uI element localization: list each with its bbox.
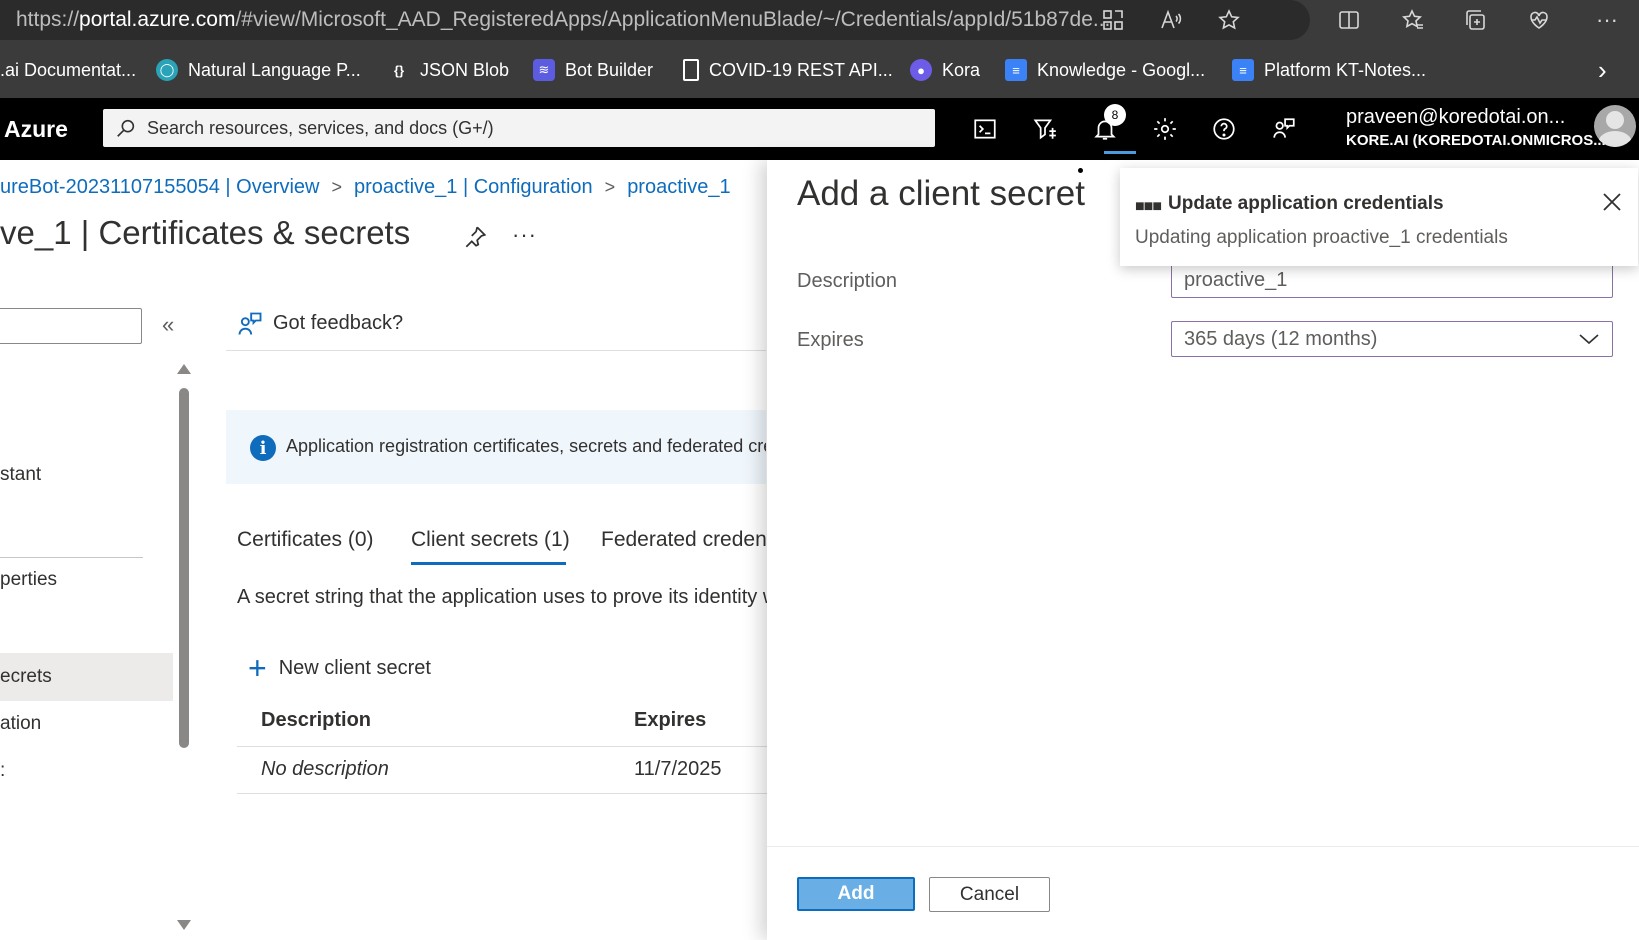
cursor-dot	[1078, 168, 1083, 173]
pin-icon[interactable]	[462, 224, 488, 250]
tab-client-secrets[interactable]: Client secrets (1)	[411, 528, 570, 552]
add-button[interactable]: Add	[797, 877, 915, 911]
chevron-down-icon	[1579, 334, 1599, 345]
google-docs-icon: ≡	[1005, 59, 1027, 81]
expires-label: Expires	[797, 329, 864, 351]
notification-toast: ■■■ Update application credentials Updat…	[1120, 168, 1638, 266]
read-aloud-icon[interactable]	[1156, 5, 1186, 35]
table-cell-description: No description	[261, 758, 389, 780]
more-options-icon[interactable]: ···	[512, 222, 537, 248]
bookmark-item[interactable]: ≡ Knowledge - Googl...	[1005, 56, 1205, 84]
sidebar-item[interactable]: perties	[0, 569, 57, 591]
kora-circle-icon: ●	[910, 59, 932, 81]
active-indicator	[1104, 151, 1136, 154]
expires-selected-value: 365 days (12 months)	[1184, 328, 1378, 350]
plus-icon: +	[248, 650, 267, 686]
table-cell-expires: 11/7/2025	[634, 758, 722, 780]
user-email[interactable]: praveen@koredotai.on...	[1346, 106, 1565, 129]
breadcrumb-link[interactable]: proactive_1 | Configuration	[354, 176, 593, 199]
chevron-right-icon: >	[331, 176, 342, 197]
add-client-secret-panel: Add a client secret Description Expires …	[767, 160, 1639, 940]
sidebar-item[interactable]: :	[0, 760, 5, 782]
global-search[interactable]	[103, 109, 935, 147]
search-icon	[117, 119, 135, 137]
sidebar-item[interactable]: ation	[0, 713, 41, 735]
search-input[interactable]	[147, 109, 927, 147]
progress-dots-icon: ■■■	[1135, 198, 1162, 215]
bookmarks-bar: .ai Documentat... ◯ Natural Language P...…	[0, 42, 1639, 98]
feedback-person-icon[interactable]	[236, 310, 264, 338]
apps-icon[interactable]	[1098, 5, 1128, 35]
footer-divider	[767, 846, 1639, 847]
bot-builder-icon: ≋	[533, 59, 555, 81]
table-divider	[237, 793, 767, 794]
url-text[interactable]: https://portal.azure.com/#view/Microsoft…	[16, 8, 1110, 32]
bookmark-item[interactable]: {} JSON Blob	[388, 56, 509, 84]
panel-title: Add a client secret	[797, 174, 1085, 213]
user-directory[interactable]: KORE.AI (KOREDOTAI.ONMICROS...	[1346, 132, 1606, 149]
description-label: Description	[797, 270, 898, 292]
sidebar-divider	[0, 557, 143, 558]
favorites-icon[interactable]	[1398, 5, 1428, 35]
cloud-shell-icon[interactable]	[968, 112, 1002, 146]
toast-message: Updating application proactive_1 credent…	[1135, 227, 1508, 248]
table-divider	[237, 746, 767, 747]
cancel-button[interactable]: Cancel	[929, 877, 1050, 912]
new-client-secret-button[interactable]: + New client secret	[248, 652, 431, 684]
page-icon	[683, 59, 699, 81]
azure-brand[interactable]: Azure	[4, 116, 68, 143]
collapse-sidebar-icon[interactable]: «	[162, 312, 174, 338]
health-icon[interactable]	[1524, 5, 1554, 35]
azure-top-bar: Azure 8 praveen@koredotai.on... KORE.AI …	[0, 98, 1639, 160]
directory-filter-icon[interactable]	[1028, 112, 1062, 146]
expires-dropdown[interactable]: 365 days (12 months)	[1171, 321, 1613, 357]
feedback-link[interactable]: Got feedback?	[273, 312, 403, 335]
description-input[interactable]	[1171, 262, 1613, 298]
browser-address-bar: https://portal.azure.com/#view/Microsoft…	[0, 0, 1639, 42]
info-icon: i	[250, 435, 276, 461]
column-header-expires: Expires	[634, 709, 707, 731]
url-field[interactable]: https://portal.azure.com/#view/Microsoft…	[0, 0, 1310, 40]
braces-icon: {}	[393, 62, 405, 78]
avatar[interactable]	[1594, 105, 1636, 147]
new-client-secret-label: New client secret	[278, 656, 431, 679]
breadcrumb-link[interactable]: proactive_1	[627, 176, 730, 199]
favorite-star-icon[interactable]	[1214, 5, 1244, 35]
help-icon[interactable]	[1207, 112, 1241, 146]
column-header-description: Description	[261, 709, 372, 731]
divider	[226, 350, 766, 351]
toast-title: Update application credentials	[1168, 193, 1444, 214]
breadcrumb: ureBot-20231107155054 | Overview > proac…	[0, 172, 731, 202]
bookmark-item[interactable]: ◯ Natural Language P...	[156, 56, 361, 84]
sidebar-search-input[interactable]	[0, 308, 142, 344]
active-tab-indicator	[411, 562, 566, 565]
bookmark-item[interactable]: .ai Documentat...	[0, 56, 136, 84]
close-icon[interactable]	[1600, 190, 1624, 214]
bookmarks-overflow-icon[interactable]: ›	[1598, 55, 1607, 85]
feedback-icon[interactable]	[1267, 112, 1301, 146]
sidebar-item[interactable]: stant	[0, 464, 41, 486]
scrollbar-thumb[interactable]	[179, 388, 189, 748]
bookmark-item[interactable]: COVID-19 REST API...	[683, 56, 893, 84]
sidebar-item-certificates-secrets[interactable]: ecrets	[0, 666, 52, 688]
settings-more-icon[interactable]: ···	[1592, 5, 1622, 35]
page-title: ve_1 | Certificates & secrets	[0, 214, 411, 251]
bookmark-item[interactable]: ≡ Platform KT-Notes...	[1232, 56, 1426, 84]
google-docs-icon: ≡	[1232, 59, 1254, 81]
collections-icon[interactable]	[1460, 5, 1490, 35]
info-banner: i Application registration certificates,…	[226, 410, 766, 484]
bookmark-item[interactable]: ● Kora	[910, 56, 980, 84]
notification-count-badge: 8	[1104, 104, 1126, 126]
scroll-down-arrow-icon[interactable]	[177, 920, 191, 930]
bookmark-item[interactable]: ≋ Bot Builder	[533, 56, 653, 84]
scroll-up-arrow-icon[interactable]	[177, 364, 191, 374]
gear-icon[interactable]	[1148, 112, 1182, 146]
tab-certificates[interactable]: Certificates (0)	[237, 528, 374, 552]
breadcrumb-link[interactable]: ureBot-20231107155054 | Overview	[0, 176, 319, 199]
nlp-circle-icon: ◯	[156, 59, 178, 81]
info-banner-text: Application registration certificates, s…	[286, 436, 766, 456]
split-screen-icon[interactable]	[1334, 5, 1364, 35]
chevron-right-icon: >	[604, 176, 616, 197]
